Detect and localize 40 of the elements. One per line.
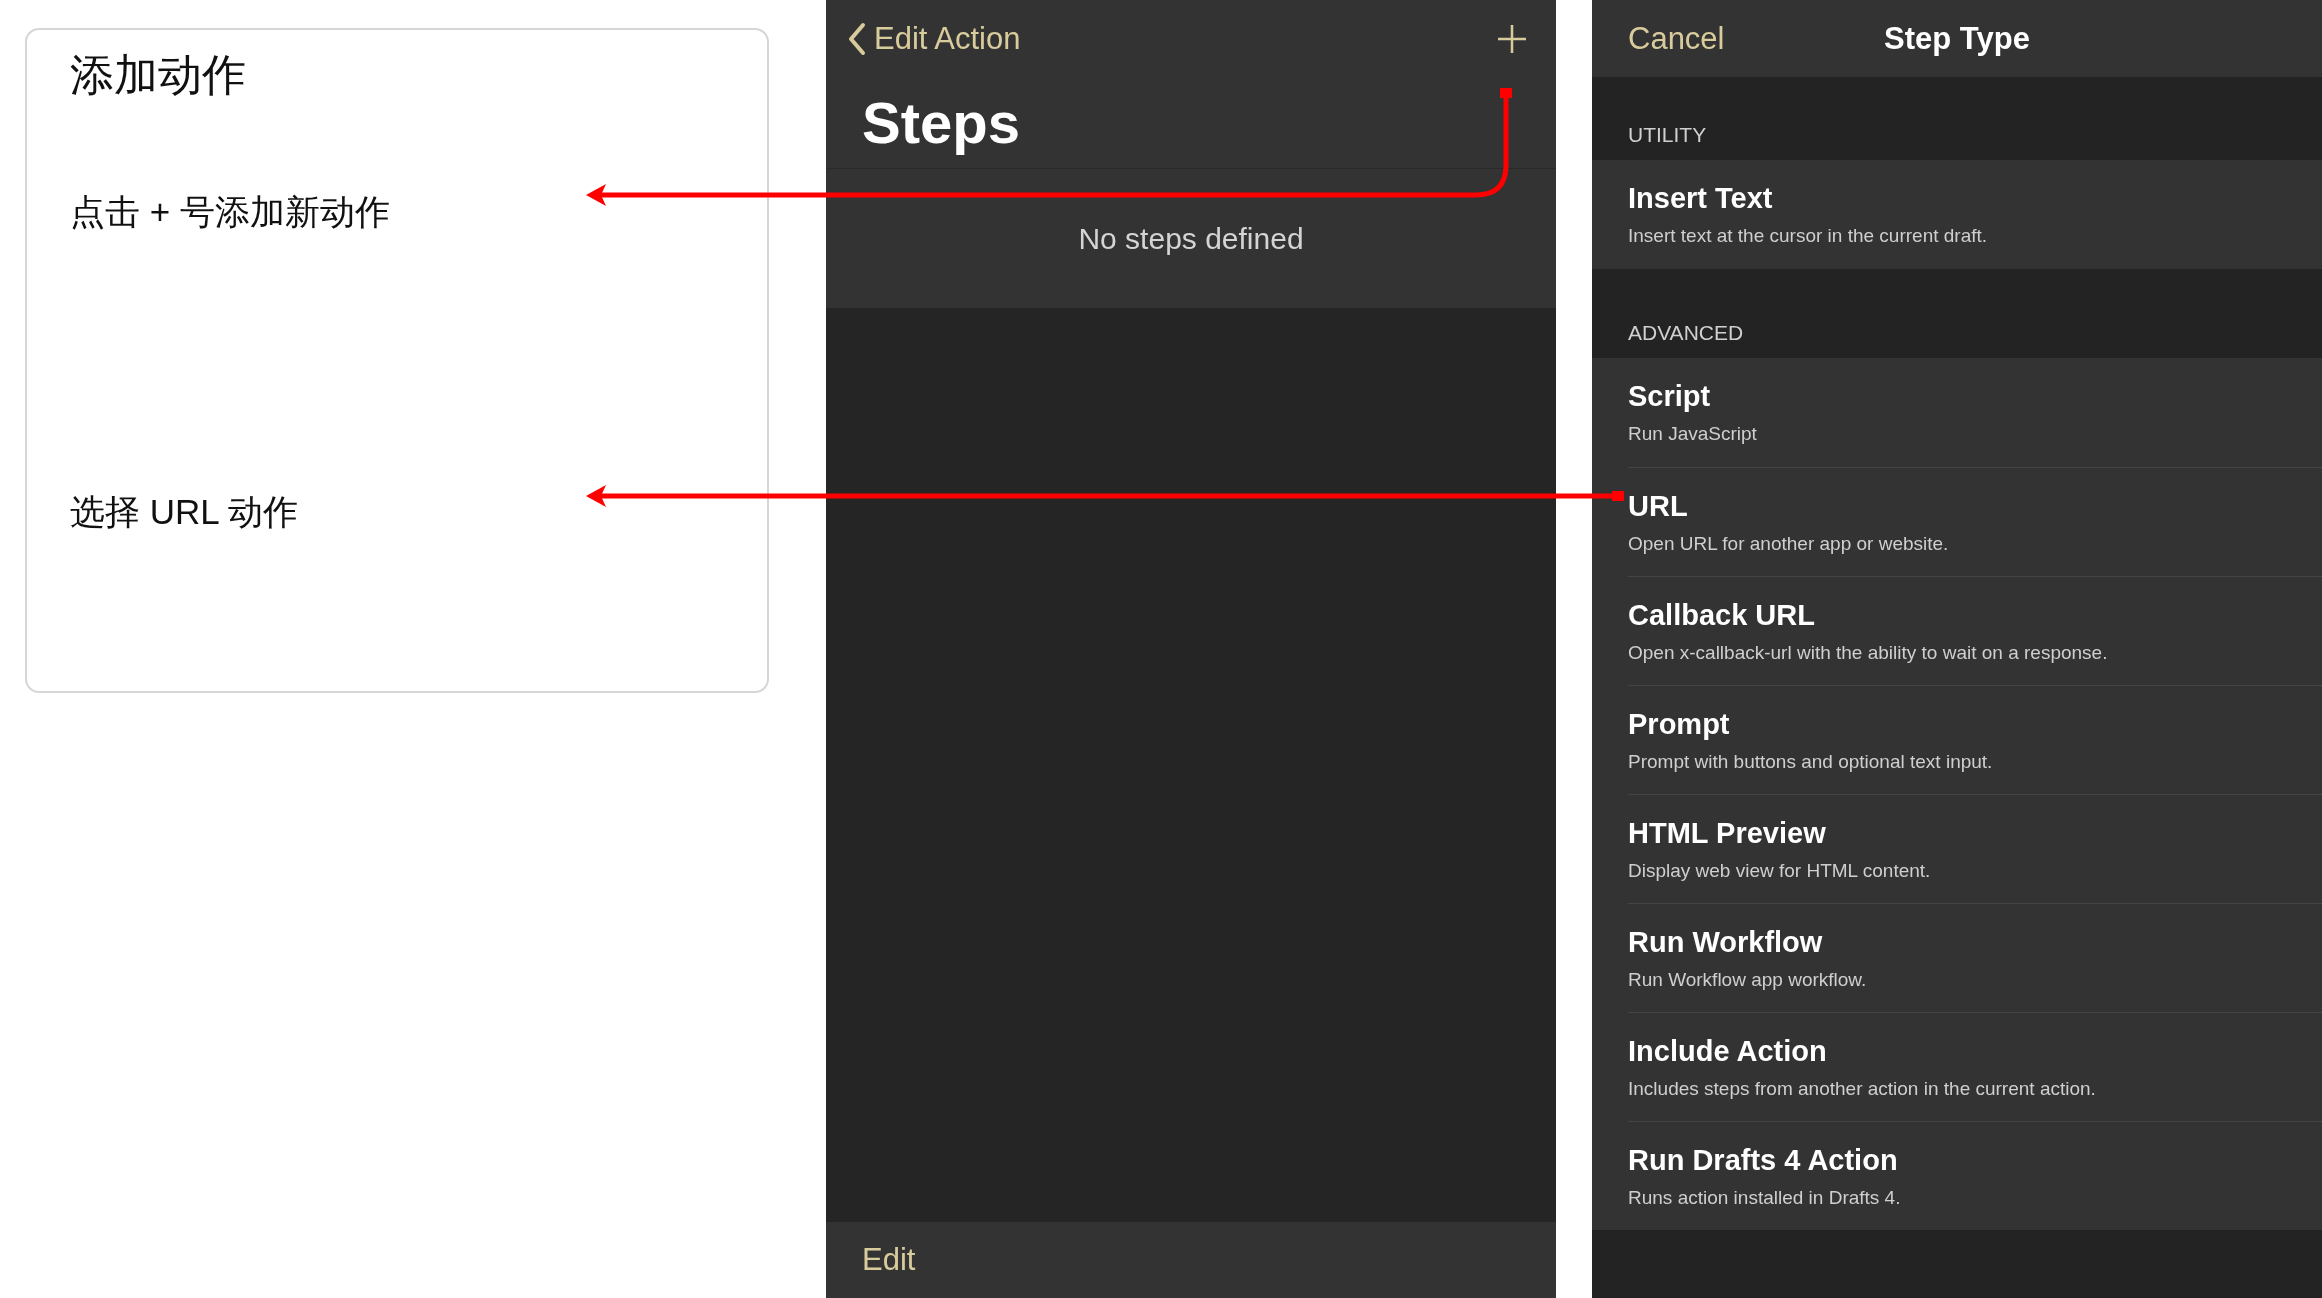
- item-description: Runs action installed in Drafts 4.: [1628, 1186, 1901, 1209]
- step-type-item[interactable]: Insert Text Insert text at the cursor in the current draft.: [1592, 160, 2322, 269]
- item-description: Display web view for HTML content.: [1628, 859, 1931, 882]
- step-type-item[interactable]: Script Run JavaScript: [1592, 358, 2322, 467]
- add-icon[interactable]: [1496, 22, 1528, 55]
- item-title: Run Workflow: [1628, 925, 1823, 959]
- item-description: Includes steps from another action in the current action.: [1628, 1077, 2096, 1100]
- step-type-item[interactable]: Callback URL Open x-callback-url with the ability to wait on a response.: [1592, 576, 2322, 685]
- item-title: Prompt: [1628, 707, 1730, 741]
- item-description: Insert text at the cursor in the current draft.: [1628, 225, 1988, 247]
- step-type-item[interactable]: Prompt Prompt with buttons and optional text input.: [1592, 685, 2322, 794]
- edit-button[interactable]: Edit: [862, 1242, 916, 1278]
- step-type-item[interactable]: URL Open URL for another app or website.: [1592, 467, 2322, 576]
- step-type-item[interactable]: HTML Preview Display web view for HTML content.: [1592, 794, 2322, 903]
- item-title: Callback URL: [1628, 598, 1815, 632]
- item-description: Open x-callback-url with the ability to wait on a response.: [1628, 641, 2108, 664]
- screen-title: Step Type: [1884, 20, 2030, 57]
- item-title: Run Drafts 4 Action: [1628, 1143, 1898, 1177]
- instruction-text: 选择 URL 动作: [70, 491, 299, 533]
- step-type-item[interactable]: Include Action Includes steps from another action in the current action.: [1592, 1012, 2322, 1121]
- item-description: Prompt with buttons and optional text input.: [1628, 750, 1993, 773]
- item-description: Open URL for another app or website.: [1628, 532, 1949, 555]
- section-header: UTILITY: [1628, 123, 1707, 147]
- empty-message: No steps defined: [1078, 221, 1304, 256]
- item-description: Run JavaScript: [1628, 423, 1757, 445]
- item-description: Run Workflow app workflow.: [1628, 968, 1867, 991]
- step-type-item[interactable]: Run Workflow Run Workflow app workflow.: [1592, 903, 2322, 1012]
- card-title: 添加动作: [70, 49, 246, 101]
- section-header: ADVANCED: [1628, 321, 1744, 345]
- item-title: URL: [1628, 489, 1688, 523]
- screen-title: Steps: [862, 89, 1020, 156]
- item-title: Script: [1628, 380, 1711, 413]
- item-title: Insert Text: [1628, 182, 1773, 215]
- instruction-text: 点击 + 号添加新动作: [70, 191, 390, 233]
- chevron-icon: [848, 21, 866, 56]
- item-title: Include Action: [1628, 1034, 1827, 1068]
- cancel-button[interactable]: Cancel: [1628, 20, 1725, 57]
- back-button[interactable]: Edit Action: [848, 20, 1021, 57]
- item-title: HTML Preview: [1628, 816, 1826, 850]
- step-type-item[interactable]: Run Drafts 4 Action Runs action installed in Drafts 4.: [1592, 1121, 2322, 1230]
